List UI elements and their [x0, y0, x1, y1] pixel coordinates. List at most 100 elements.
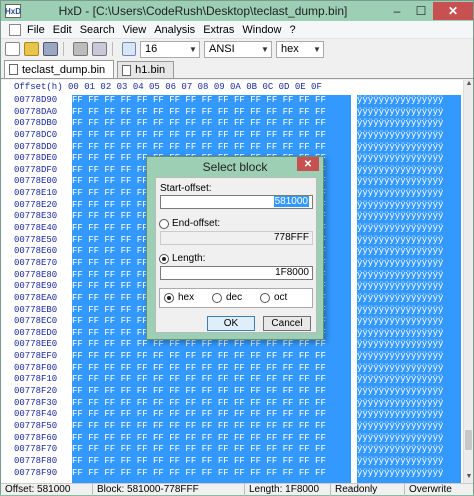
ascii-row[interactable]: ÿÿÿÿÿÿÿÿÿÿÿÿÿÿÿÿ — [357, 118, 461, 130]
charset-select[interactable]: ANSI ▼ — [204, 40, 272, 58]
ascii-row[interactable]: ÿÿÿÿÿÿÿÿÿÿÿÿÿÿÿÿ — [357, 316, 461, 328]
hex-row[interactable]: FF FF FF FF FF FF FF FF FF FF FF FF FF F… — [72, 444, 351, 456]
file-icon — [122, 64, 132, 76]
dec-radio[interactable] — [212, 293, 222, 303]
row-offset: 00778E20 — [14, 199, 58, 210]
ascii-row[interactable]: ÿÿÿÿÿÿÿÿÿÿÿÿÿÿÿÿ — [357, 433, 461, 445]
ascii-row[interactable]: ÿÿÿÿÿÿÿÿÿÿÿÿÿÿÿÿ — [357, 456, 461, 468]
dialog-close-button[interactable]: ✕ — [297, 157, 319, 171]
hex-row[interactable]: FF FF FF FF FF FF FF FF FF FF FF FF FF F… — [72, 107, 351, 119]
ascii-row[interactable]: ÿÿÿÿÿÿÿÿÿÿÿÿÿÿÿÿ — [357, 398, 461, 410]
ascii-row[interactable]: ÿÿÿÿÿÿÿÿÿÿÿÿÿÿÿÿ — [357, 363, 461, 375]
ascii-row[interactable]: ÿÿÿÿÿÿÿÿÿÿÿÿÿÿÿÿ — [357, 142, 461, 154]
ascii-row[interactable]: ÿÿÿÿÿÿÿÿÿÿÿÿÿÿÿÿ — [357, 258, 461, 270]
maximize-button[interactable]: ☐ — [409, 2, 433, 20]
hex-row[interactable]: FF FF FF FF FF FF FF FF FF FF FF FF FF F… — [72, 386, 351, 398]
hex-row[interactable]: FF FF FF FF FF FF FF FF FF FF FF FF FF F… — [72, 398, 351, 410]
row-offset: 00778EF0 — [14, 351, 58, 362]
scroll-thumb[interactable] — [465, 430, 472, 450]
menu-view[interactable]: View — [119, 24, 151, 36]
ascii-row[interactable]: ÿÿÿÿÿÿÿÿÿÿÿÿÿÿÿÿ — [357, 153, 461, 165]
vertical-scrollbar[interactable]: ▲ ▼ — [463, 80, 473, 483]
ascii-row[interactable]: ÿÿÿÿÿÿÿÿÿÿÿÿÿÿÿÿ — [357, 351, 461, 363]
hex-row[interactable]: FF FF FF FF FF FF FF FF FF FF FF FF FF F… — [72, 95, 351, 107]
save-icon[interactable] — [43, 42, 58, 56]
menu-search[interactable]: Search — [76, 24, 119, 36]
tab-teclast-dump[interactable]: teclast_dump.bin — [4, 60, 115, 78]
hex-row[interactable]: FF FF FF FF FF FF FF FF FF FF FF FF FF F… — [72, 374, 351, 386]
ascii-row[interactable]: ÿÿÿÿÿÿÿÿÿÿÿÿÿÿÿÿ — [357, 374, 461, 386]
menu-help[interactable]: ? — [286, 24, 300, 36]
ascii-row[interactable]: ÿÿÿÿÿÿÿÿÿÿÿÿÿÿÿÿ — [357, 95, 461, 107]
menu-analysis[interactable]: Analysis — [150, 24, 199, 36]
ascii-row[interactable]: ÿÿÿÿÿÿÿÿÿÿÿÿÿÿÿÿ — [357, 188, 461, 200]
ascii-row[interactable]: ÿÿÿÿÿÿÿÿÿÿÿÿÿÿÿÿ — [357, 211, 461, 223]
hex-radio[interactable] — [164, 293, 174, 303]
hex-row[interactable]: FF FF FF FF FF FF FF FF FF FF FF FF FF F… — [72, 130, 351, 142]
length-input[interactable]: 1F8000 — [160, 266, 313, 280]
hex-row[interactable]: FF FF FF FF FF FF FF FF FF FF FF FF FF F… — [72, 363, 351, 375]
ascii-row[interactable]: ÿÿÿÿÿÿÿÿÿÿÿÿÿÿÿÿ — [357, 235, 461, 247]
scroll-down-icon[interactable]: ▼ — [464, 473, 474, 483]
open-folder-icon[interactable] — [24, 42, 39, 56]
ascii-row[interactable]: ÿÿÿÿÿÿÿÿÿÿÿÿÿÿÿÿ — [357, 421, 461, 433]
hex-row[interactable]: FF FF FF FF FF FF FF FF FF FF FF FF FF F… — [72, 118, 351, 130]
row-offset: 00778DD0 — [14, 141, 58, 152]
row-offset: 00778F50 — [14, 420, 58, 431]
bytes-per-row-select[interactable]: 16 ▼ — [140, 40, 200, 58]
ascii-row[interactable]: ÿÿÿÿÿÿÿÿÿÿÿÿÿÿÿÿ — [357, 246, 461, 258]
hex-row[interactable]: FF FF FF FF FF FF FF FF FF FF FF FF FF F… — [72, 421, 351, 433]
ascii-row[interactable]: ÿÿÿÿÿÿÿÿÿÿÿÿÿÿÿÿ — [357, 176, 461, 188]
ascii-row[interactable]: ÿÿÿÿÿÿÿÿÿÿÿÿÿÿÿÿ — [357, 409, 461, 421]
ascii-row[interactable]: ÿÿÿÿÿÿÿÿÿÿÿÿÿÿÿÿ — [357, 281, 461, 293]
bytes-per-row-icon — [122, 42, 136, 56]
start-offset-input[interactable]: 581000 — [160, 195, 313, 209]
ascii-row[interactable]: ÿÿÿÿÿÿÿÿÿÿÿÿÿÿÿÿ — [357, 293, 461, 305]
disk-icon[interactable] — [73, 42, 88, 56]
hex-row[interactable]: FF FF FF FF FF FF FF FF FF FF FF FF FF F… — [72, 339, 351, 351]
ascii-row[interactable]: ÿÿÿÿÿÿÿÿÿÿÿÿÿÿÿÿ — [357, 270, 461, 282]
ascii-row[interactable]: ÿÿÿÿÿÿÿÿÿÿÿÿÿÿÿÿ — [357, 328, 461, 340]
hex-row[interactable]: FF FF FF FF FF FF FF FF FF FF FF FF FF F… — [72, 433, 351, 445]
hex-row[interactable]: FF FF FF FF FF FF FF FF FF FF FF FF FF F… — [72, 456, 351, 468]
ascii-row[interactable]: ÿÿÿÿÿÿÿÿÿÿÿÿÿÿÿÿ — [357, 305, 461, 317]
ascii-row[interactable]: ÿÿÿÿÿÿÿÿÿÿÿÿÿÿÿÿ — [357, 130, 461, 142]
cancel-button[interactable]: Cancel — [263, 316, 311, 331]
ascii-row[interactable]: ÿÿÿÿÿÿÿÿÿÿÿÿÿÿÿÿ — [357, 468, 461, 480]
menu-edit[interactable]: Edit — [49, 24, 76, 36]
ascii-row[interactable]: ÿÿÿÿÿÿÿÿÿÿÿÿÿÿÿÿ — [357, 223, 461, 235]
ascii-text-selection[interactable]: ÿÿÿÿÿÿÿÿÿÿÿÿÿÿÿÿ ÿÿÿÿÿÿÿÿÿÿÿÿÿÿÿÿ ÿÿÿÿÿÿÿÿ… — [357, 95, 461, 483]
ram-icon[interactable] — [92, 42, 107, 56]
row-offset: 00778E90 — [14, 281, 58, 292]
menu-file[interactable]: File — [23, 24, 49, 36]
ascii-row[interactable]: ÿÿÿÿÿÿÿÿÿÿÿÿÿÿÿÿ — [357, 200, 461, 212]
offset-base-select[interactable]: hex ▼ — [276, 40, 324, 58]
menu-extras[interactable]: Extras — [199, 24, 238, 36]
hex-row[interactable]: FF FF FF FF FF FF FF FF FF FF FF FF FF F… — [72, 142, 351, 154]
ascii-row[interactable]: ÿÿÿÿÿÿÿÿÿÿÿÿÿÿÿÿ — [357, 339, 461, 351]
menu-window[interactable]: Window — [238, 24, 285, 36]
oct-radio-label: oct — [274, 292, 288, 303]
row-offset: 00778EA0 — [14, 292, 58, 303]
hex-row[interactable]: FF FF FF FF FF FF FF FF FF FF FF FF FF F… — [72, 409, 351, 421]
new-file-icon[interactable] — [5, 42, 20, 56]
end-offset-input[interactable]: 778FFF — [160, 231, 313, 245]
tab-strip: teclast_dump.bin h1.bin — [1, 60, 473, 79]
row-offset: 00778DB0 — [14, 118, 58, 129]
ascii-row[interactable]: ÿÿÿÿÿÿÿÿÿÿÿÿÿÿÿÿ — [357, 444, 461, 456]
ascii-row[interactable]: ÿÿÿÿÿÿÿÿÿÿÿÿÿÿÿÿ — [357, 165, 461, 177]
ascii-row[interactable]: ÿÿÿÿÿÿÿÿÿÿÿÿÿÿÿÿ — [357, 107, 461, 119]
scroll-up-icon[interactable]: ▲ — [464, 80, 474, 90]
minimize-button[interactable]: – — [385, 2, 409, 20]
hex-row[interactable]: FF FF FF FF FF FF FF FF FF FF FF FF FF F… — [72, 468, 351, 480]
tab-h1[interactable]: h1.bin — [117, 61, 175, 78]
length-radio[interactable] — [159, 254, 169, 264]
menu-bar: File Edit Search View Analysis Extras Wi… — [1, 21, 473, 39]
oct-radio[interactable] — [260, 293, 270, 303]
hex-row[interactable]: FF FF FF FF FF FF FF FF FF FF FF FF FF F… — [72, 351, 351, 363]
end-offset-radio[interactable] — [159, 219, 169, 229]
ok-button[interactable]: OK — [207, 316, 255, 331]
ascii-row[interactable]: ÿÿÿÿÿÿÿÿÿÿÿÿÿÿÿÿ — [357, 386, 461, 398]
document-menu-icon[interactable] — [9, 23, 21, 36]
close-button[interactable]: ✕ — [433, 2, 473, 20]
